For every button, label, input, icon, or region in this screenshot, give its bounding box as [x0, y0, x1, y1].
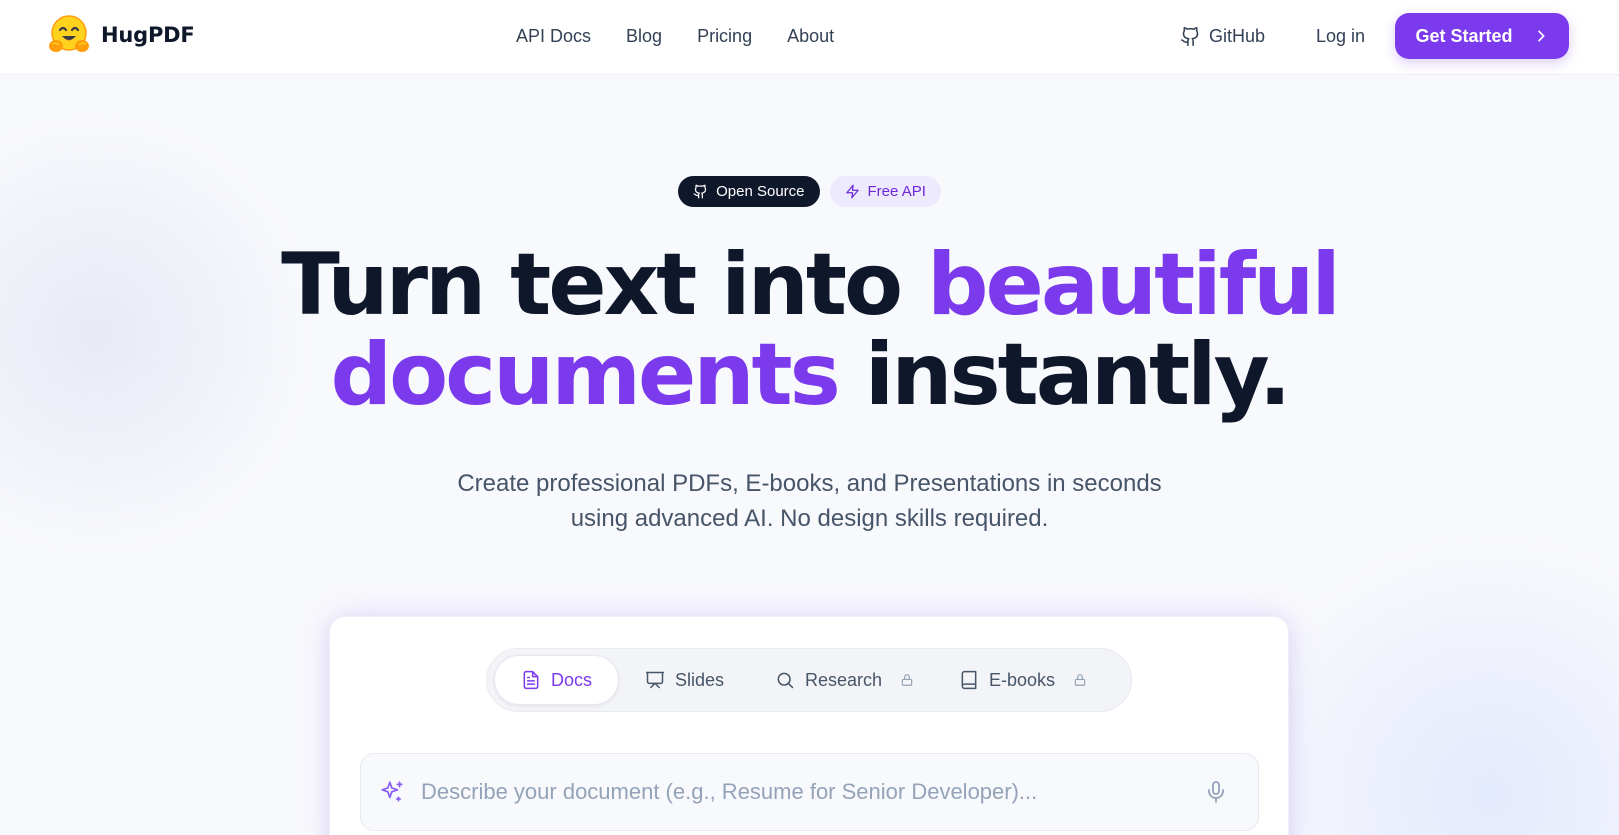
login-link[interactable]: Log in: [1316, 22, 1365, 50]
get-started-button[interactable]: Get Started: [1395, 13, 1569, 59]
free-api-label: Free API: [867, 183, 926, 200]
presentation-icon: [645, 671, 665, 689]
github-link[interactable]: GitHub: [1180, 22, 1265, 50]
generator-card: Docs Slides Research E-books: [329, 616, 1289, 835]
tab-slides-label: Slides: [675, 669, 725, 690]
tab-research-label: Research: [805, 669, 883, 690]
prompt-box: [360, 753, 1259, 831]
search-icon: [777, 672, 794, 689]
document-icon: [523, 670, 539, 690]
hero-subheadline: Create professional PDFs, E-books, and P…: [0, 466, 1619, 536]
tab-research[interactable]: Research: [775, 655, 914, 705]
github-icon: [693, 184, 707, 199]
hugging-face-emoji-icon: [49, 15, 89, 52]
brand-name: HugPDF: [101, 23, 195, 47]
tab-docs-label: Docs: [551, 669, 593, 690]
hero-badges: Open Source Free API: [0, 176, 1619, 207]
main-nav: API Docs Blog Pricing About: [516, 22, 834, 50]
microphone-icon[interactable]: [1204, 780, 1228, 804]
book-icon: [961, 670, 977, 690]
nav-link-blog[interactable]: Blog: [626, 26, 662, 47]
lightning-icon: [845, 184, 859, 199]
headline-accent-beautiful: beautiful: [926, 235, 1341, 335]
top-navbar: HugPDF API Docs Blog Pricing About GitHu…: [0, 0, 1619, 75]
document-type-tabs: Docs Slides Research E-books: [486, 648, 1132, 712]
brand-logo-link[interactable]: HugPDF: [47, 14, 195, 56]
github-label: GitHub: [1209, 25, 1266, 46]
lock-icon: [1074, 674, 1086, 686]
lock-icon: [901, 674, 913, 686]
sparkle-icon: [381, 781, 403, 802]
tab-ebooks[interactable]: E-books: [959, 655, 1087, 705]
nav-link-about[interactable]: About: [787, 26, 834, 47]
open-source-label: Open Source: [716, 183, 805, 200]
tab-docs[interactable]: Docs: [494, 655, 620, 705]
open-source-badge[interactable]: Open Source: [678, 176, 820, 207]
github-icon: [1180, 26, 1199, 46]
nav-link-pricing[interactable]: Pricing: [697, 26, 752, 47]
document-prompt-input[interactable]: [421, 768, 1201, 816]
subheadline-line-2: using advanced AI. No design skills requ…: [570, 505, 1049, 532]
headline-line-1: Turn text into beautiful: [281, 235, 1341, 335]
free-api-badge[interactable]: Free API: [829, 176, 941, 207]
tab-slides[interactable]: Slides: [645, 655, 724, 705]
tab-ebooks-label: E-books: [989, 669, 1056, 690]
subheadline-line-1: Create professional PDFs, E-books, and P…: [457, 470, 1162, 497]
nav-link-api-docs[interactable]: API Docs: [516, 26, 591, 47]
chevron-right-icon: [1537, 30, 1545, 42]
get-started-label: Get Started: [1415, 25, 1513, 46]
headline-accent-documents: documents: [330, 325, 841, 425]
headline-line-2: documents instantly.: [330, 325, 1292, 425]
hero-headline: Turn text into beautiful documents insta…: [0, 240, 1619, 420]
